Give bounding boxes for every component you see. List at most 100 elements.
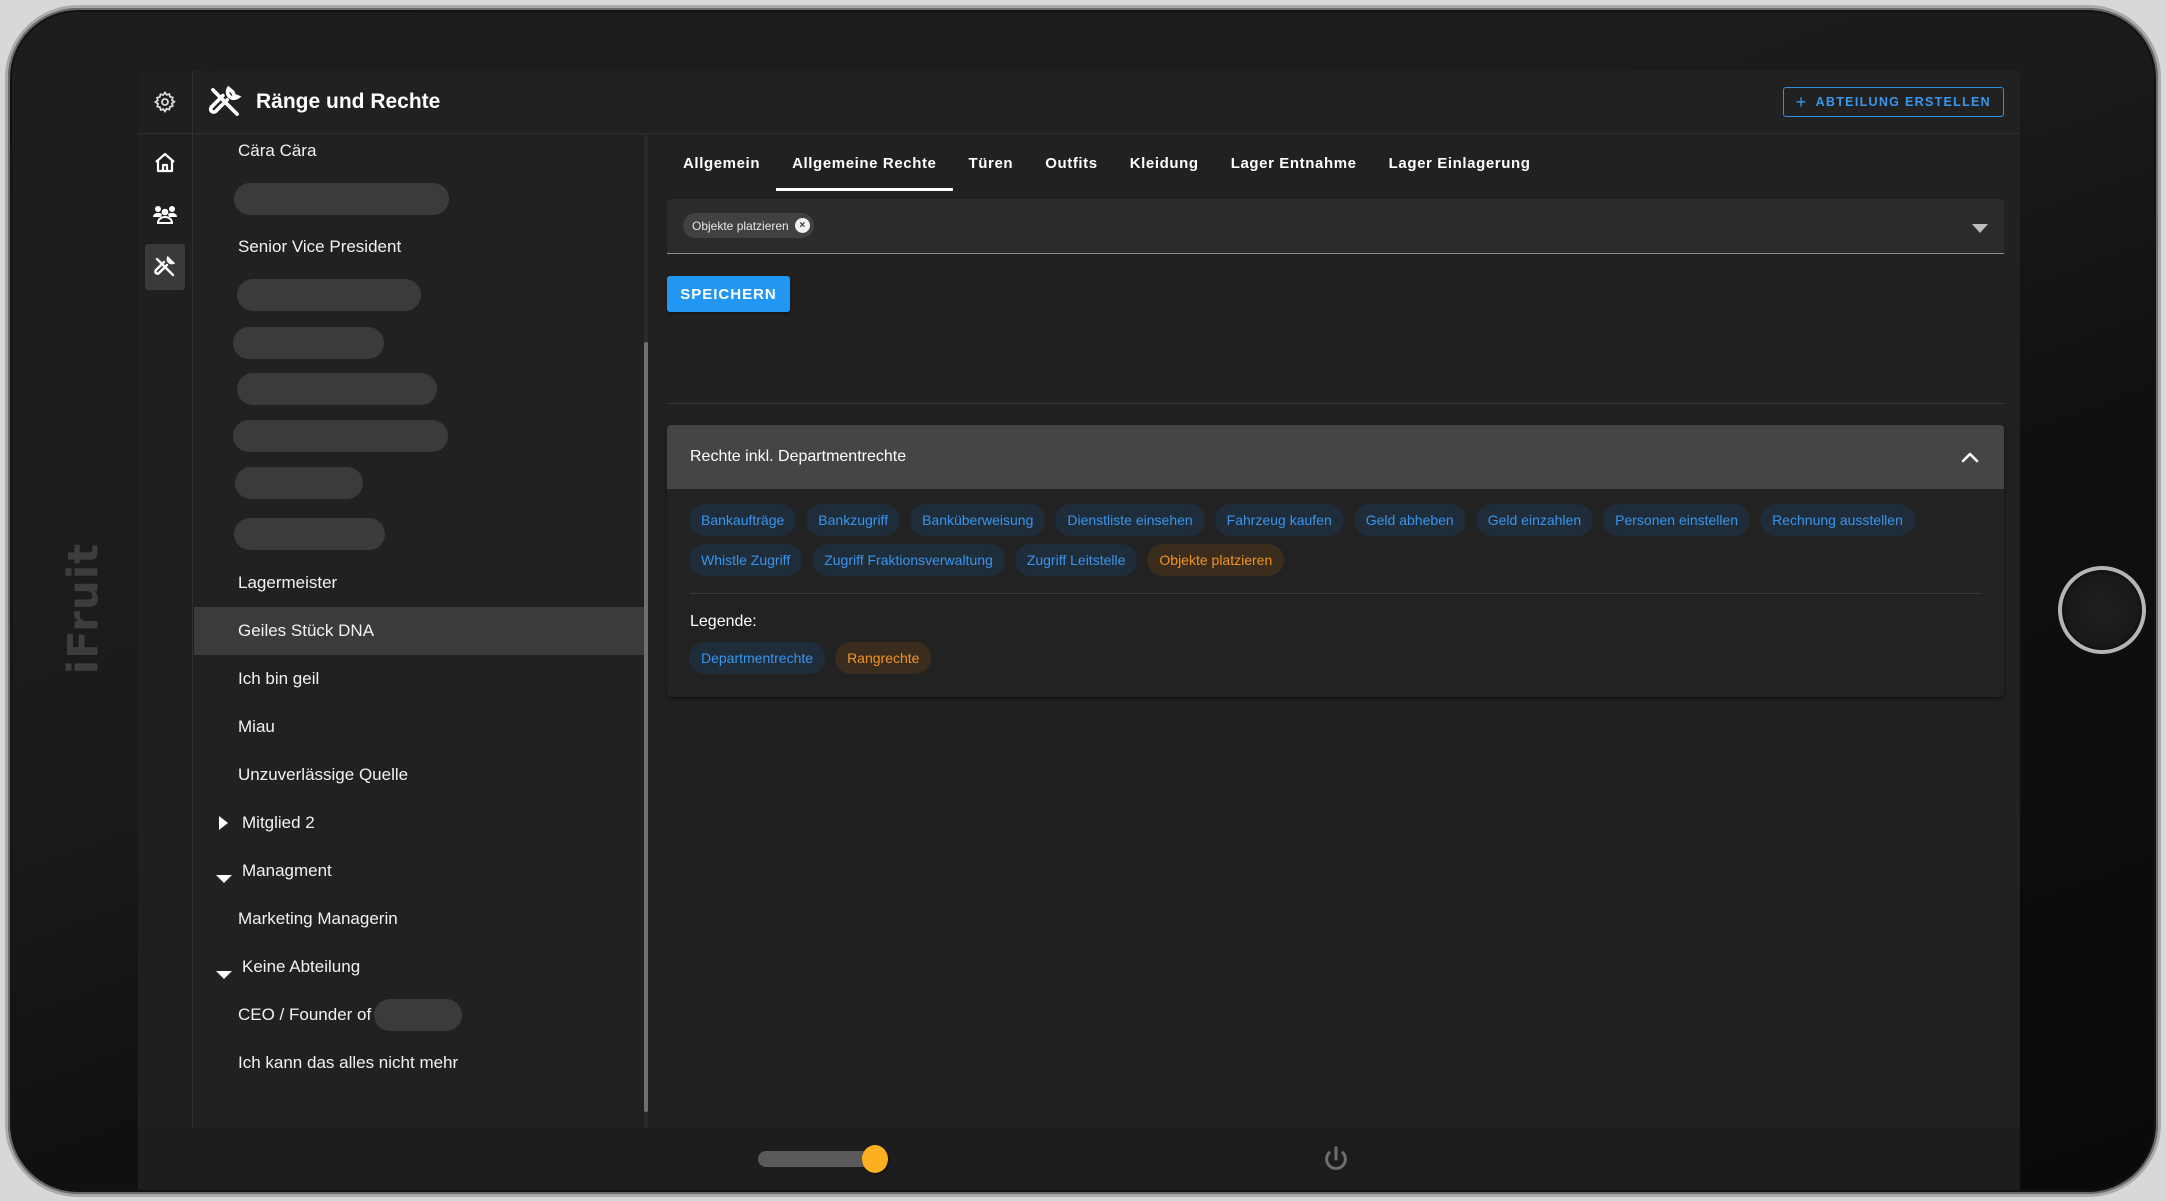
list-item-label: Ich kann das alles nicht mehr bbox=[238, 1053, 459, 1072]
home-icon bbox=[155, 152, 175, 173]
list-item-label: CEO / Founder of bbox=[238, 1005, 372, 1024]
list-scrollbar-thumb[interactable] bbox=[644, 342, 648, 1112]
app-window: Ränge und Rechte + ABTEILUNG ERSTELLEN C… bbox=[138, 71, 2020, 1128]
page-title: Ränge und Rechte bbox=[256, 90, 441, 113]
create-department-label: ABTEILUNG ERSTELLEN bbox=[1815, 95, 1991, 109]
legend-rank-tag: Rangrechte bbox=[835, 642, 932, 674]
caret-down-icon[interactable] bbox=[216, 875, 232, 883]
device-bottom-bar bbox=[138, 1128, 2020, 1190]
right-tag: Dienstliste einsehen bbox=[1055, 504, 1205, 536]
list-item-selected[interactable]: Geiles Stück DNA bbox=[194, 607, 644, 655]
tools-icon bbox=[154, 255, 176, 277]
list-item[interactable]: Miau bbox=[194, 703, 644, 751]
redacted-item[interactable] bbox=[234, 183, 449, 215]
tools-icon bbox=[208, 85, 242, 116]
power-icon[interactable] bbox=[1321, 1144, 1351, 1174]
chip-label: Objekte platzieren bbox=[692, 218, 789, 233]
legend-divider bbox=[690, 593, 1981, 594]
right-tag: Personen einstellen bbox=[1603, 504, 1751, 536]
right-tag: Fahrzeug kaufen bbox=[1214, 504, 1344, 536]
right-tag: Whistle Zugriff bbox=[689, 544, 803, 576]
list-item-label: Marketing Managerin bbox=[238, 909, 398, 928]
list-item[interactable]: Senior Vice President bbox=[194, 223, 644, 271]
redacted-item[interactable] bbox=[234, 518, 385, 550]
icon-rail bbox=[138, 71, 193, 1128]
rail-ranks-button[interactable] bbox=[145, 244, 185, 290]
caret-down-icon[interactable] bbox=[1972, 224, 1988, 233]
rights-panel: Rechte inkl. Departmentrechte Bankaufträ… bbox=[667, 425, 2004, 697]
tab-lager-entnahme[interactable]: Lager Entnahme bbox=[1215, 135, 1373, 191]
tab-kleidung[interactable]: Kleidung bbox=[1114, 135, 1215, 191]
right-tag: Zugriff Fraktionsverwaltung bbox=[812, 544, 1005, 576]
list-item-label: Geiles Stück DNA bbox=[238, 621, 375, 640]
create-department-button[interactable]: + ABTEILUNG ERSTELLEN bbox=[1782, 87, 2004, 117]
plus-icon: + bbox=[1795, 92, 1808, 112]
home-button-icon[interactable] bbox=[2058, 566, 2146, 654]
legend-department-tag: Departmentrechte bbox=[689, 642, 826, 674]
department-item[interactable]: Keine Abteilung bbox=[194, 943, 644, 991]
app-header: Ränge und Rechte + ABTEILUNG ERSTELLEN bbox=[194, 71, 2020, 134]
caret-down-icon[interactable] bbox=[216, 971, 232, 979]
right-tag: Rechnung ausstellen bbox=[1760, 504, 1915, 536]
list-item-label: Unzuverlässige Quelle bbox=[238, 765, 409, 784]
rail-members-button[interactable] bbox=[145, 192, 185, 238]
list-item[interactable]: Marketing Managerin bbox=[194, 895, 644, 943]
right-tag: Geld einzahlen bbox=[1475, 504, 1594, 536]
permission-select[interactable]: Objekte platzieren × bbox=[667, 199, 2004, 254]
rights-tags: Bankaufträge Bankzugriff Banküberweisung… bbox=[689, 504, 1989, 576]
divider bbox=[667, 403, 2004, 404]
chevron-up-icon[interactable] bbox=[1958, 445, 1982, 469]
right-tag: Banküberweisung bbox=[910, 504, 1046, 536]
close-icon[interactable]: × bbox=[794, 218, 810, 233]
rights-panel-title: Rechte inkl. Departmentrechte bbox=[690, 448, 907, 465]
right-tag: Geld abheben bbox=[1353, 504, 1466, 536]
list-item[interactable]: Cära Cära bbox=[194, 127, 644, 175]
brand-name: iFruit bbox=[58, 542, 108, 674]
list-item[interactable]: CEO / Founder of bbox=[194, 991, 644, 1039]
right-tag-rank: Objekte platzieren bbox=[1147, 544, 1285, 576]
redacted-item[interactable] bbox=[235, 467, 363, 499]
list-item-label: Cära Cära bbox=[238, 141, 317, 160]
list-item[interactable]: Ich bin geil bbox=[194, 655, 644, 703]
users-icon bbox=[153, 206, 177, 224]
redacted-item[interactable] bbox=[233, 420, 448, 452]
redacted-item[interactable] bbox=[237, 279, 421, 311]
department-label: Keine Abteilung bbox=[242, 957, 361, 976]
list-item[interactable]: Unzuverlässige Quelle bbox=[194, 751, 644, 799]
gear-icon bbox=[153, 90, 176, 114]
legend-label: Legende: bbox=[690, 613, 757, 630]
department-item[interactable]: Mitglied 2 bbox=[194, 799, 644, 847]
right-tag: Zugriff Leitstelle bbox=[1014, 544, 1138, 576]
right-tag: Bankaufträge bbox=[689, 504, 797, 536]
tab-allgemeine-rechte[interactable]: Allgemeine Rechte bbox=[776, 135, 953, 191]
rank-list: Cära Cära Senior Vice President Lagermei… bbox=[194, 135, 648, 1128]
tab-bar: Allgemein Allgemeine Rechte Türen Outfit… bbox=[667, 135, 1547, 191]
brand-mark: iFruit bbox=[38, 528, 128, 688]
redacted-text bbox=[374, 999, 462, 1031]
redacted-item[interactable] bbox=[233, 327, 384, 359]
list-item-label: Lagermeister bbox=[238, 573, 338, 592]
rank-details: Allgemein Allgemeine Rechte Türen Outfit… bbox=[667, 135, 2004, 1128]
redacted-item[interactable] bbox=[237, 373, 437, 405]
caret-right-icon[interactable] bbox=[219, 816, 228, 830]
right-tag: Bankzugriff bbox=[806, 504, 901, 536]
list-item-label: Senior Vice President bbox=[238, 237, 402, 256]
rights-panel-header[interactable]: Rechte inkl. Departmentrechte bbox=[667, 425, 2004, 489]
tab-tueren[interactable]: Türen bbox=[953, 135, 1030, 191]
tab-allgemein[interactable]: Allgemein bbox=[667, 135, 776, 191]
rail-settings-button[interactable] bbox=[138, 71, 192, 134]
list-item[interactable]: Ich kann das alles nicht mehr bbox=[194, 1039, 644, 1087]
list-item-label: Miau bbox=[238, 717, 275, 736]
save-button[interactable]: SPEICHERN bbox=[667, 276, 790, 312]
selected-permission-chip: Objekte platzieren × bbox=[683, 213, 814, 238]
legend: Departmentrechte Rangrechte bbox=[689, 642, 932, 674]
department-label: Managment bbox=[242, 861, 332, 880]
tab-outfits[interactable]: Outfits bbox=[1029, 135, 1114, 191]
brightness-slider-thumb[interactable] bbox=[862, 1145, 888, 1173]
department-label: Mitglied 2 bbox=[242, 813, 315, 832]
rail-home-button[interactable] bbox=[145, 140, 185, 186]
department-item[interactable]: Managment bbox=[194, 847, 644, 895]
tab-lager-einlagerung[interactable]: Lager Einlagerung bbox=[1373, 135, 1547, 191]
list-item[interactable]: Lagermeister bbox=[194, 559, 644, 607]
list-scrollbar[interactable] bbox=[644, 135, 648, 1128]
